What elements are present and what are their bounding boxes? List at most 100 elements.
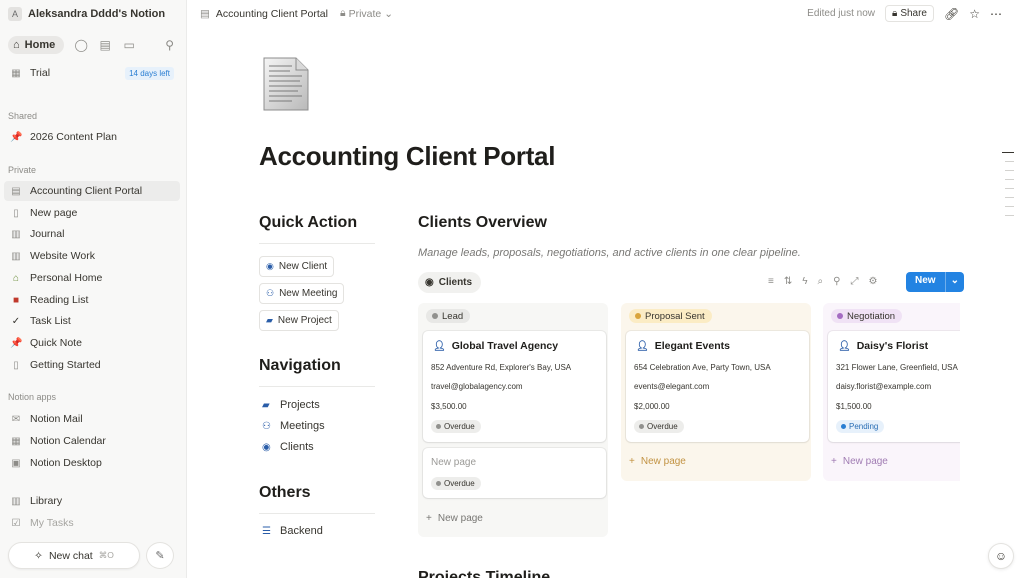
privacy-selector[interactable]: 🔒︎ Private ⌄ (340, 7, 393, 20)
button-label: New Meeting (279, 288, 338, 299)
status-dot (635, 313, 641, 319)
sidebar-item-notion-calendar[interactable]: ▦ Notion Calendar (4, 431, 180, 451)
new-record-button[interactable]: New ⌄ (906, 272, 964, 292)
more-icon[interactable]: ⋯ (990, 7, 1002, 21)
house-icon: ⌂ (12, 272, 20, 284)
sidebar-item-reading-list[interactable]: ■ Reading List (4, 290, 180, 310)
sidebar-item-accounting-portal[interactable]: ▤ Accounting Client Portal (4, 181, 180, 201)
nav-link-clients[interactable]: ◉ Clients (262, 441, 314, 453)
nav-link-backend[interactable]: ☰ Backend (262, 525, 323, 537)
new-project-button[interactable]: ▰ New Project (259, 310, 339, 331)
search-icon[interactable]: ⚲ (165, 38, 174, 52)
clients-overview-heading: Clients Overview (418, 214, 547, 231)
status-label: Overdue (444, 479, 475, 488)
sidebar-item-label: Notion Mail (30, 413, 83, 425)
toc-line[interactable] (1005, 206, 1014, 207)
link-icon[interactable]: 🔗︎ (944, 7, 959, 21)
document-page-icon[interactable] (262, 56, 310, 112)
others-heading: Others (259, 484, 311, 501)
sidebar-item-personal-home[interactable]: ⌂ Personal Home (4, 268, 180, 288)
page-title[interactable]: Accounting Client Portal (259, 141, 555, 172)
sidebar-item-label: Quick Note (30, 337, 82, 349)
sidebar-item-label: My Tasks (30, 517, 74, 529)
new-meeting-button[interactable]: ⚇ New Meeting (259, 283, 345, 304)
status-badge: Overdue (431, 420, 481, 433)
navigation-heading: Navigation (259, 357, 341, 374)
chat-bubble-icon[interactable]: ◯ (74, 38, 88, 52)
sidebar-item-quick-note[interactable]: 📌 Quick Note (4, 333, 180, 353)
status-dot (837, 313, 843, 319)
sidebar-item-journal[interactable]: ▥ Journal (4, 224, 180, 244)
toc-line[interactable] (1002, 152, 1014, 153)
new-chat-label: New chat (48, 549, 93, 562)
home-label: Home (24, 39, 56, 51)
sidebar-item-my-tasks[interactable]: ☑ My Tasks (4, 513, 180, 533)
sidebar-item-label: New page (30, 207, 78, 219)
star-icon[interactable]: ☆ (969, 7, 980, 21)
sidebar-item-website-work[interactable]: ▥ Website Work (4, 246, 180, 266)
inbox-icon[interactable]: ▭ (122, 38, 136, 52)
chevron-down-icon[interactable]: ⌄ (944, 272, 964, 292)
nav-link-projects[interactable]: ▰ Projects (262, 399, 320, 411)
view-tab-clients[interactable]: ◉ Clients (418, 272, 482, 293)
toc-line[interactable] (1005, 170, 1014, 171)
share-button[interactable]: 🔒︎ Share (884, 5, 934, 22)
search-icon[interactable]: ⚲ (833, 276, 840, 287)
book-icon: ■ (12, 294, 20, 306)
sidebar-item-library[interactable]: ▥ Library (4, 491, 180, 511)
card-amount: $2,000.00 (634, 402, 670, 411)
status-dot (436, 481, 441, 486)
sort-icon[interactable]: ⇅ (784, 276, 792, 287)
notion-ai-face-icon[interactable]: ☺ (988, 543, 1014, 569)
home-button[interactable]: ⌂ Home (8, 36, 65, 54)
filter-icon[interactable]: ≡ (768, 276, 774, 287)
add-new-page-button[interactable]: + New page (426, 513, 483, 524)
sidebar-item-getting-started[interactable]: ▯ Getting Started (4, 355, 180, 375)
divider (259, 386, 375, 387)
board-card[interactable]: 👤︎ Daisy's Florist 321 Flower Lane, Gree… (828, 331, 960, 442)
status-label: Overdue (647, 422, 678, 431)
folder-icon: ▰ (266, 315, 273, 325)
compose-button[interactable]: ✎ (146, 542, 174, 569)
section-notion-apps: Notion apps (8, 392, 57, 402)
people-icon: ⚇ (266, 288, 275, 298)
notebook-icon: ▥ (11, 250, 21, 262)
settings-icon[interactable]: ⚙ (868, 276, 877, 287)
board-column-proposal-sent: Proposal Sent 👤︎ Elegant Events 654 Cele… (621, 303, 811, 481)
sidebar-item-new-page[interactable]: ▯ New page (4, 203, 180, 223)
automation-icon[interactable]: ϟ (802, 276, 807, 287)
board-card[interactable]: 👤︎ Elegant Events 654 Celebration Ave, P… (626, 331, 809, 442)
new-client-button[interactable]: ◉ New Client (259, 256, 335, 277)
person-icon: 👤︎ (636, 340, 649, 352)
workspace-switcher[interactable]: A Aleksandra Dddd's Notion (8, 6, 165, 22)
board-card[interactable]: 👤︎ Global Travel Agency 852 Adventure Rd… (423, 331, 606, 442)
sidebar-item-label: Notion Calendar (30, 435, 106, 447)
meeting-notes-icon[interactable]: ▤ (98, 38, 112, 52)
sidebar-item-content-plan[interactable]: 📌 2026 Content Plan (4, 127, 180, 147)
card-name: New page (431, 457, 477, 468)
workspace-avatar: A (8, 7, 22, 21)
document-icon: ▤ (200, 7, 210, 20)
nav-link-meetings[interactable]: ⚇ Meetings (262, 420, 325, 432)
board-card[interactable]: New page Overdue (423, 448, 606, 498)
toc-line[interactable] (1005, 197, 1014, 198)
card-amount: $1,500.00 (836, 402, 872, 411)
new-chat-button[interactable]: ✧ New chat ⌘O (8, 542, 140, 569)
sidebar-item-notion-desktop[interactable]: ▣ Notion Desktop (4, 453, 180, 473)
toc-line[interactable] (1005, 161, 1014, 162)
toc-line[interactable] (1005, 179, 1014, 180)
sidebar-item-task-list[interactable]: ✓ Task List (4, 311, 180, 331)
sidebar-item-notion-mail[interactable]: ✉ Notion Mail (4, 409, 180, 429)
add-new-page-button[interactable]: + New page (629, 456, 686, 467)
add-new-page-button[interactable]: + New page (831, 456, 888, 467)
topbar-actions: Edited just now 🔒︎ Share 🔗︎ ☆ ⋯ (807, 5, 1002, 22)
breadcrumb[interactable]: ▤ Accounting Client Portal 🔒︎ Private ⌄ (200, 7, 393, 20)
toc-line[interactable] (1005, 188, 1014, 189)
edited-status: Edited just now (807, 8, 875, 19)
card-email: travel@globalagency.com (431, 382, 523, 391)
table-of-contents-outline[interactable] (1002, 152, 1014, 224)
card-title: 👤︎ Global Travel Agency (433, 340, 558, 352)
expand-icon[interactable]: ⤢ (850, 276, 858, 287)
ai-search-icon[interactable]: ⌕ (818, 276, 824, 287)
toc-line[interactable] (1005, 215, 1014, 216)
